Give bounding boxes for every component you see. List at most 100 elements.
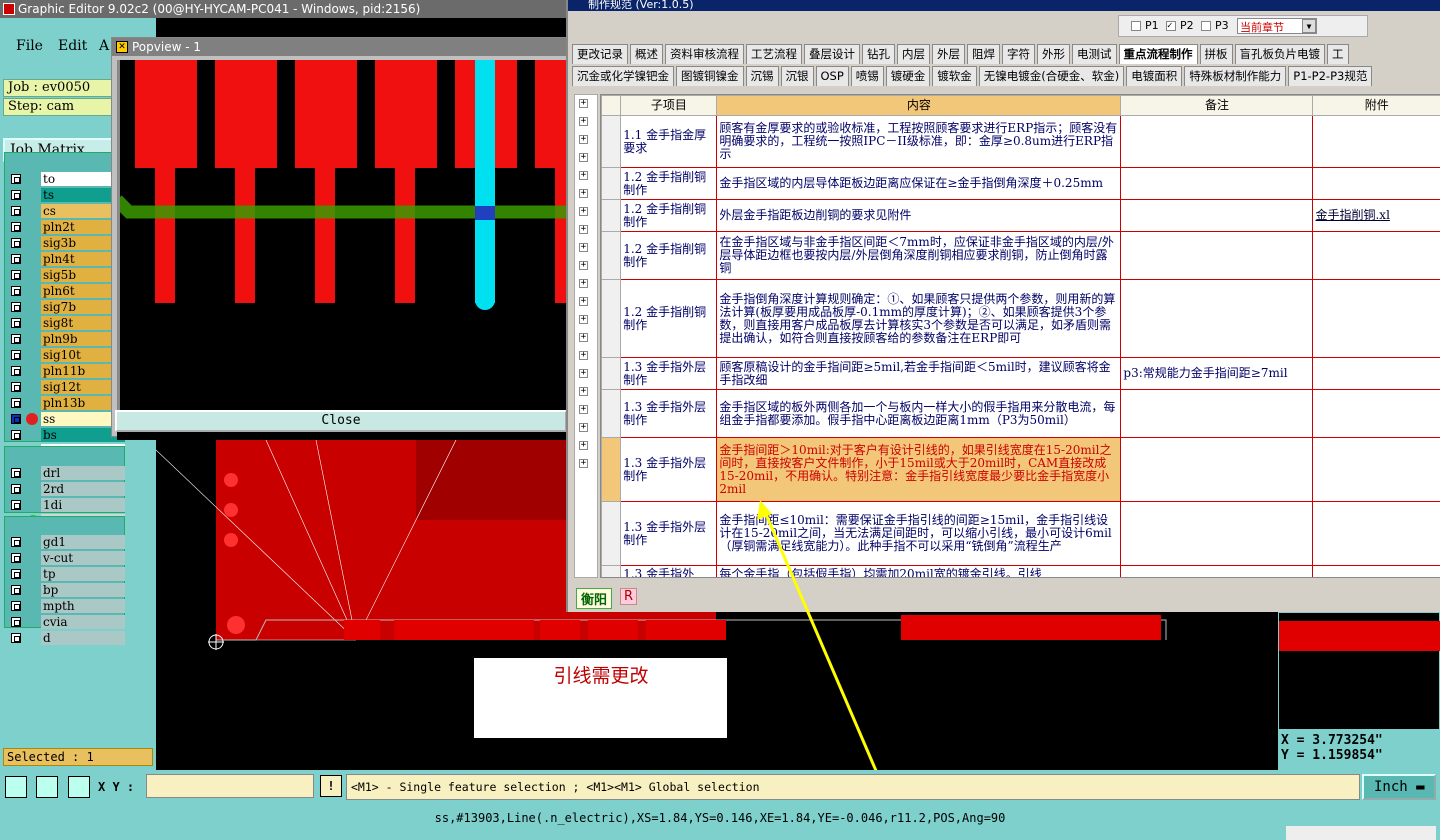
tab-11[interactable]: 电测试 [1072,44,1117,64]
layer-row-pln2t[interactable]: pln2t [5,219,125,235]
cell-item[interactable]: 1.1 金手指金厚要求 [620,115,718,168]
cell-note[interactable] [1120,437,1314,502]
cell-note[interactable] [1120,115,1314,168]
cell-attach[interactable] [1312,357,1440,390]
layer-row-sig10t[interactable]: sig10t [5,347,125,363]
expand-icon[interactable]: + [579,135,588,144]
layer-name[interactable]: v-cut [41,551,125,565]
layer-checkbox[interactable] [11,238,21,248]
cell-attach[interactable] [1312,437,1440,502]
tab-9[interactable]: 电镀面积 [1126,66,1183,86]
layer-checkbox[interactable] [11,430,21,440]
layer-row-pln11b[interactable]: pln11b [5,363,125,379]
layer-checkbox[interactable] [11,468,21,478]
cell-attach[interactable] [1312,167,1440,200]
measure-icon[interactable] [36,776,58,798]
tab-15[interactable]: 工 [1327,44,1349,64]
column-header[interactable]: 内容 [716,95,1122,116]
cell-item[interactable]: 1.3 金手指外 [620,565,718,577]
p2-checkbox[interactable]: ✓ [1166,21,1176,31]
expand-icon[interactable]: + [579,99,588,108]
tab-14[interactable]: 盲孔板负片电镀 [1234,44,1325,64]
cell-attach[interactable] [1312,389,1440,438]
layer-name[interactable]: bp [41,583,125,597]
table-row[interactable]: 1.2 金手指削铜制作 外层金手指距板边削铜的要求见附件 金手指削铜.xl [601,199,1440,232]
column-header[interactable]: 备注 [1120,95,1314,116]
row-header[interactable] [601,167,622,200]
layer-name[interactable]: 1di [41,498,125,512]
layer-row-ss[interactable]: ss [5,411,125,427]
cell-content[interactable]: 金手指区域的板外两侧各加一个与板内一样大小的假手指用来分散电流，每组金手指都要添… [716,389,1122,438]
row-header[interactable] [601,199,622,232]
table-row[interactable]: 1.3 金手指外层制作 顾客原稿设计的金手指间距≥5mil,若金手指间距＜5mil… [601,357,1440,390]
layer-name[interactable]: d [41,631,125,645]
cell-content[interactable]: 在金手指区域与非金手指区间距＜7mm时，应保证非金手指区域的内层/外层导体距边框… [716,231,1122,280]
layer-row-sig12t[interactable]: sig12t [5,379,125,395]
cell-note[interactable] [1120,389,1314,438]
layer-row-cs[interactable]: cs [5,203,125,219]
popview-close-icon[interactable]: ✕ [116,41,128,53]
layer-checkbox[interactable] [11,414,21,424]
cell-item[interactable]: 1.2 金手指削铜制作 [620,231,718,280]
layer-checkbox[interactable] [11,500,21,510]
expand-icon[interactable]: + [579,171,588,180]
tab-10[interactable]: 外形 [1037,44,1070,64]
zoom-icon[interactable] [5,776,27,798]
ime-tray[interactable] [1286,826,1436,840]
expand-icon[interactable]: + [579,225,588,234]
tab-4[interactable]: 叠层设计 [804,44,860,64]
table-row[interactable]: 1.2 金手指削铜制作 金手指倒角深度计算规则确定：①、如果顾客只提供两个参数，则… [601,279,1440,358]
layer-checkbox[interactable] [11,190,21,200]
cell-content[interactable]: 金手指区域的内层导体距板边距离应保证在≥金手指倒角深度＋0.25mm [716,167,1122,200]
cell-item[interactable]: 1.2 金手指削铜制作 [620,199,718,232]
table-row[interactable]: 1.3 金手指外层制作 金手指区域的板外两侧各加一个与板内一样大小的假手指用来分散… [601,389,1440,438]
table-row[interactable]: 1.3 金手指外层制作 金手指间距≤10mil：需要保证金手指引线的间距≥15mi… [601,501,1440,566]
layer-row-v-cut[interactable]: v-cut [5,550,125,566]
layer-row-tp[interactable]: tp [5,566,125,582]
cell-content[interactable]: 金手指间距≤10mil：需要保证金手指引线的间距≥15mil，金手指引线设计在1… [716,501,1122,566]
layer-name[interactable]: 2rd [41,482,125,496]
layer-name[interactable]: drl [41,466,125,480]
expand-icon[interactable]: + [579,261,588,270]
layer-checkbox[interactable] [11,286,21,296]
tab-7[interactable]: 镀软金 [932,66,977,86]
cell-item[interactable]: 1.3 金手指外层制作 [620,437,718,502]
expand-icon[interactable]: + [579,369,588,378]
p1-checkbox[interactable] [1131,21,1141,31]
table-row[interactable]: 1.3 金手指外层制作 金手指间距＞10mil:对于客户有设计引线的，如果引线宽度… [601,437,1440,502]
expand-icon[interactable]: + [579,297,588,306]
row-header[interactable] [601,565,622,577]
cell-note[interactable] [1120,167,1314,200]
table-row[interactable]: 1.2 金手指削铜制作 金手指区域的内层导体距板边距离应保证在≥金手指倒角深度＋0… [601,167,1440,200]
layer-row-to[interactable]: to [5,171,125,187]
cell-attach[interactable] [1312,279,1440,358]
footer-tab-hengyang[interactable]: 衡阳 [576,588,613,609]
expand-icon[interactable]: + [579,117,588,126]
layer-row-d[interactable]: d [5,630,125,646]
tab-4[interactable]: OSP [815,66,849,86]
layer-checkbox[interactable] [11,350,21,360]
row-header[interactable] [601,231,622,280]
layer-checkbox[interactable] [11,366,21,376]
tab-10[interactable]: 特殊板材制作能力 [1184,66,1287,86]
expand-icon[interactable]: + [579,423,588,432]
tab-0[interactable]: 更改记录 [572,44,628,64]
cell-content[interactable]: 顾客有金厚要求的或验收标准，工程按照顾客要求进行ERP指示；顾客没有明确要求的，… [716,115,1122,168]
layer-checkbox[interactable] [11,617,21,627]
table-row[interactable]: 1.2 金手指削铜制作 在金手指区域与非金手指区间距＜7mm时，应保证非金手指区域… [601,231,1440,280]
tab-5[interactable]: 钻孔 [862,44,895,64]
alert-icon[interactable]: ! [320,775,342,797]
layer-checkbox[interactable] [11,206,21,216]
cell-note[interactable] [1120,565,1314,577]
layer-checkbox[interactable] [11,585,21,595]
expand-icon[interactable]: + [579,459,588,468]
layer-row-cvia[interactable]: cvia [5,614,125,630]
snap-icon[interactable] [68,776,90,798]
tab-13[interactable]: 拼板 [1199,44,1233,64]
table-row[interactable]: 1.3 金手指外 每个金手指（包括假手指）均需加20mil宽的镀金引线。引线 [601,565,1440,577]
p3-checkbox[interactable] [1201,21,1211,31]
cell-attach[interactable]: 金手指削铜.xl [1312,199,1440,232]
layer-row-pln6t[interactable]: pln6t [5,283,125,299]
row-header[interactable] [601,389,622,438]
row-header[interactable] [601,501,622,566]
